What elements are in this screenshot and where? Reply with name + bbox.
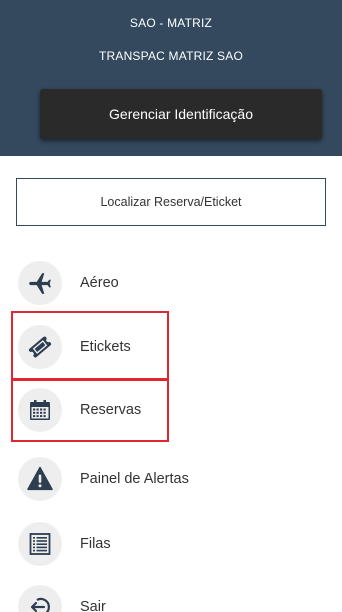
find-reservation-button[interactable]: Localizar Reserva/Eticket — [16, 178, 326, 226]
highlight-box-reservas — [11, 378, 169, 442]
highlight-box-etickets — [11, 311, 169, 381]
menu-item-sair[interactable]: Sair — [16, 578, 326, 612]
menu-item-label: Painel de Alertas — [80, 471, 189, 487]
menu-item-label: Sair — [80, 599, 106, 612]
agency-subtitle: TRANSPAC MATRIZ SAO — [98, 49, 244, 63]
list-icon — [18, 522, 62, 566]
menu-item-painel-de-alertas[interactable]: Painel de Alertas — [16, 450, 326, 506]
airplane-icon — [18, 261, 62, 305]
warning-icon — [18, 457, 62, 501]
menu-item-label: Aéreo — [80, 275, 119, 291]
manage-identification-button[interactable]: Gerenciar Identificação — [40, 89, 322, 139]
menu-item-aereo[interactable]: Aéreo — [16, 254, 326, 310]
agency-name: SAO - MATRIZ — [129, 16, 213, 30]
menu-item-label: Filas — [80, 536, 111, 552]
logout-icon — [18, 585, 62, 612]
header: SAO - MATRIZ TRANSPAC MATRIZ SAO Gerenci… — [0, 0, 342, 156]
menu-item-filas[interactable]: Filas — [16, 515, 326, 571]
